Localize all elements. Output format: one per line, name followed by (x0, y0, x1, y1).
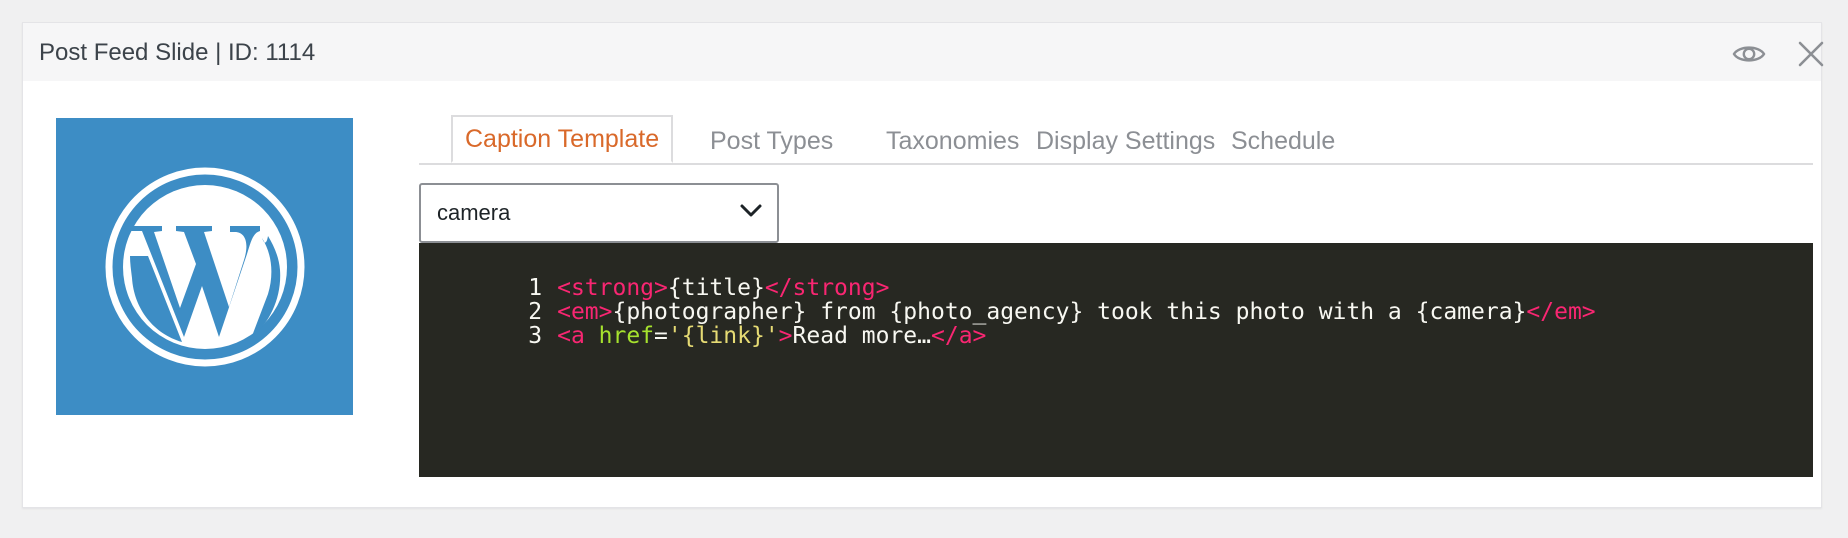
tab-schedule[interactable]: Schedule (1231, 119, 1335, 165)
wordpress-logo-icon (105, 167, 304, 366)
slide-thumbnail (56, 118, 353, 415)
chevron-down-icon (739, 203, 763, 224)
eye-icon[interactable] (1731, 36, 1767, 72)
code-token: href (598, 323, 655, 349)
code-token: = (654, 323, 668, 349)
code-token: </em> (1526, 299, 1596, 325)
template-select-value: camera (437, 200, 511, 225)
tab-display-settings[interactable]: Display Settings (1036, 119, 1215, 165)
panel-title: Post Feed Slide | ID: 1114 (39, 39, 316, 66)
code-token: Read more… (792, 323, 932, 349)
tab-post-types[interactable]: Post Types (710, 119, 833, 165)
tab-caption-template[interactable]: Caption Template (451, 115, 674, 163)
code-editor[interactable]: 1 <strong>{title}</strong> 2 <em>{photogra… (419, 243, 1813, 477)
slide-panel: Post Feed Slide | ID: 1114 Caption Templ… (22, 22, 1824, 508)
code-token: '{link}' (667, 323, 779, 349)
code-token: > (778, 323, 793, 349)
code-token: <a (557, 323, 599, 349)
code-line-2: 2 <em>{photographer} from {photo_agency} … (419, 276, 1595, 324)
code-line-1: 1 <strong>{title}</strong> (419, 252, 889, 300)
close-icon[interactable] (1793, 36, 1829, 72)
tab-taxonomies[interactable]: Taxonomies (886, 119, 1019, 165)
template-select[interactable]: camera (419, 183, 779, 243)
line-number: 3 (528, 323, 543, 349)
code-token: </a> (931, 323, 987, 349)
tab-bar: Caption Template Post Types Taxonomies D… (419, 115, 1813, 165)
code-line-3: 3 <a href='{link}'>Read more…</a> (419, 300, 986, 348)
panel-header: Post Feed Slide | ID: 1114 (23, 23, 1824, 81)
